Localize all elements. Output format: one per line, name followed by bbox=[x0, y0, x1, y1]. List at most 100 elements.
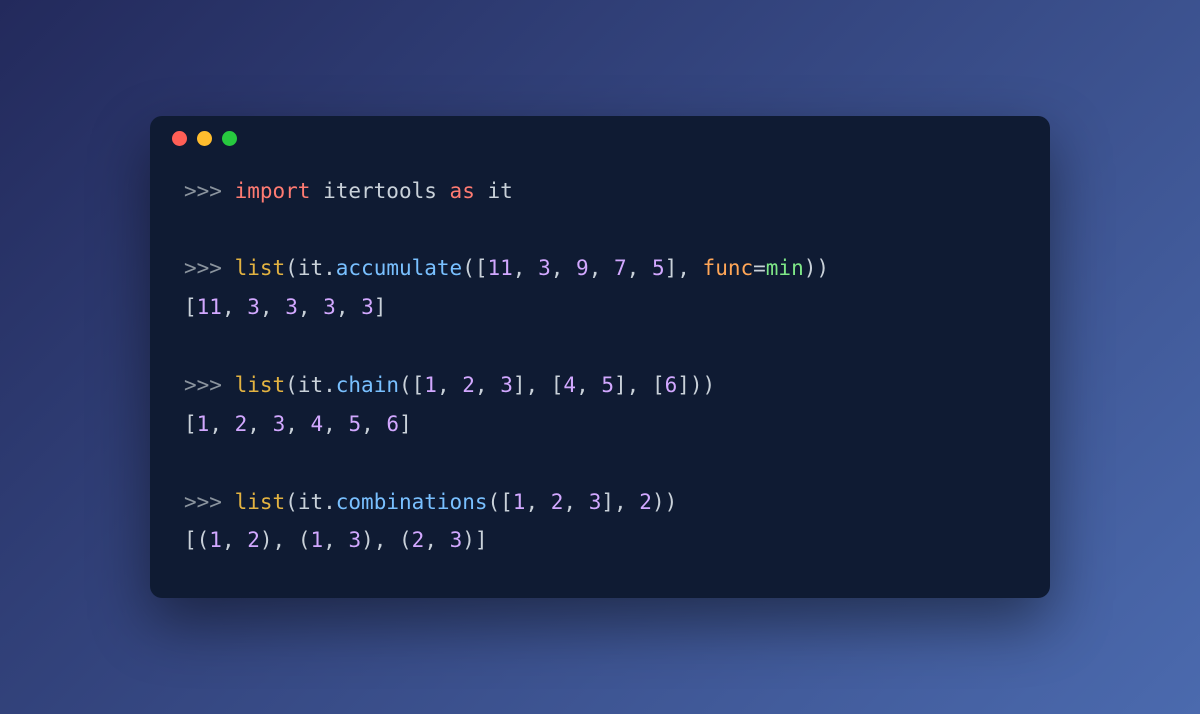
code-token: , bbox=[323, 412, 348, 436]
code-token: func bbox=[703, 256, 754, 280]
code-token: 1 bbox=[310, 528, 323, 552]
code-token: . bbox=[323, 490, 336, 514]
code-token: , bbox=[525, 490, 550, 514]
code-token: 5 bbox=[348, 412, 361, 436]
code-token: 6 bbox=[665, 373, 678, 397]
code-token: 4 bbox=[563, 373, 576, 397]
code-token: 7 bbox=[614, 256, 627, 280]
code-token: 2 bbox=[639, 490, 652, 514]
code-token: import bbox=[235, 179, 311, 203]
code-token: it bbox=[298, 373, 323, 397]
code-input-line: >>> import itertools as it bbox=[184, 179, 513, 203]
code-token: >>> bbox=[184, 373, 235, 397]
code-token: 11 bbox=[488, 256, 513, 280]
code-token: min bbox=[766, 256, 804, 280]
code-token: 1 bbox=[424, 373, 437, 397]
code-token: 5 bbox=[601, 373, 614, 397]
code-token: , bbox=[260, 295, 285, 319]
code-token bbox=[310, 179, 323, 203]
code-token: ( bbox=[285, 490, 298, 514]
code-token: 3 bbox=[500, 373, 513, 397]
code-token bbox=[475, 179, 488, 203]
code-token: 2 bbox=[462, 373, 475, 397]
code-token: 2 bbox=[412, 528, 425, 552]
code-token: ] bbox=[399, 412, 412, 436]
minimize-icon[interactable] bbox=[197, 131, 212, 146]
code-token: , bbox=[576, 373, 601, 397]
code-token: ], [ bbox=[513, 373, 564, 397]
code-token: ], bbox=[601, 490, 639, 514]
code-token: [ bbox=[184, 412, 197, 436]
code-token: 6 bbox=[386, 412, 399, 436]
code-blank-line bbox=[184, 218, 197, 242]
code-token: 1 bbox=[197, 412, 210, 436]
code-token: 3 bbox=[273, 412, 286, 436]
code-token: 3 bbox=[450, 528, 463, 552]
code-token: >>> bbox=[184, 256, 235, 280]
code-token: , bbox=[222, 295, 247, 319]
code-token: , bbox=[247, 412, 272, 436]
code-token: >>> bbox=[184, 179, 235, 203]
code-input-line: >>> list(it.combinations([1, 2, 3], 2)) bbox=[184, 490, 677, 514]
code-block: >>> import itertools as it >>> list(it.a… bbox=[150, 162, 1050, 570]
code-token: itertools bbox=[323, 179, 437, 203]
code-token: 3 bbox=[361, 295, 374, 319]
code-token: it bbox=[298, 256, 323, 280]
code-token: list bbox=[235, 256, 286, 280]
code-token: 2 bbox=[235, 412, 248, 436]
code-token bbox=[437, 179, 450, 203]
code-token: 5 bbox=[652, 256, 665, 280]
code-token: 4 bbox=[311, 412, 324, 436]
code-token: ( bbox=[285, 256, 298, 280]
code-blank-line bbox=[184, 334, 197, 358]
code-token: as bbox=[450, 179, 475, 203]
code-token: 9 bbox=[576, 256, 589, 280]
code-token: 3 bbox=[538, 256, 551, 280]
code-token: ( bbox=[285, 373, 298, 397]
code-token: , bbox=[627, 256, 652, 280]
code-token: ([ bbox=[487, 490, 512, 514]
code-token: ])) bbox=[677, 373, 715, 397]
code-token: ([ bbox=[462, 256, 487, 280]
code-token: ], bbox=[665, 256, 703, 280]
code-token: 11 bbox=[197, 295, 222, 319]
code-token: , bbox=[222, 528, 247, 552]
code-token: ], [ bbox=[614, 373, 665, 397]
code-token: )) bbox=[652, 490, 677, 514]
code-token: it bbox=[488, 179, 513, 203]
code-token: , bbox=[424, 528, 449, 552]
code-token: . bbox=[323, 256, 336, 280]
code-token: 3 bbox=[285, 295, 298, 319]
code-token: , bbox=[563, 490, 588, 514]
code-token: , bbox=[298, 295, 323, 319]
code-token: 3 bbox=[247, 295, 260, 319]
code-token: , bbox=[437, 373, 462, 397]
code-token: it bbox=[298, 490, 323, 514]
code-token: , bbox=[475, 373, 500, 397]
code-token: 2 bbox=[551, 490, 564, 514]
terminal-window: >>> import itertools as it >>> list(it.a… bbox=[150, 116, 1050, 598]
code-input-line: >>> list(it.accumulate([11, 3, 9, 7, 5],… bbox=[184, 256, 829, 280]
code-token: [( bbox=[184, 528, 209, 552]
code-token: 1 bbox=[209, 528, 222, 552]
code-token: >>> bbox=[184, 490, 235, 514]
close-icon[interactable] bbox=[172, 131, 187, 146]
code-input-line: >>> list(it.chain([1, 2, 3], [4, 5], [6]… bbox=[184, 373, 715, 397]
code-token: ] bbox=[374, 295, 387, 319]
code-token: , bbox=[551, 256, 576, 280]
code-token: ), ( bbox=[260, 528, 311, 552]
code-token: )] bbox=[462, 528, 487, 552]
code-token: chain bbox=[336, 373, 399, 397]
code-token: , bbox=[323, 528, 348, 552]
code-token: 3 bbox=[589, 490, 602, 514]
code-token: accumulate bbox=[336, 256, 462, 280]
code-token: , bbox=[361, 412, 386, 436]
code-token: , bbox=[513, 256, 538, 280]
code-token: 3 bbox=[323, 295, 336, 319]
code-token: 2 bbox=[247, 528, 260, 552]
code-token: list bbox=[235, 490, 286, 514]
code-token: , bbox=[209, 412, 234, 436]
zoom-icon[interactable] bbox=[222, 131, 237, 146]
code-token: ), ( bbox=[361, 528, 412, 552]
code-token: . bbox=[323, 373, 336, 397]
